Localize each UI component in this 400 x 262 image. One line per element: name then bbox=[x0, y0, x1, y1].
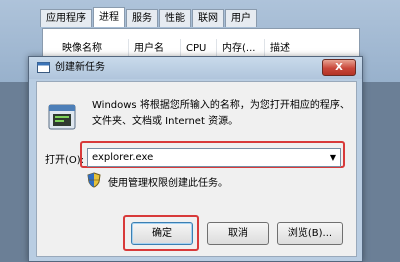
dialog-title: 创建新任务 bbox=[55, 62, 105, 73]
run-icon bbox=[48, 104, 76, 130]
tab-services[interactable]: 服务 bbox=[126, 9, 158, 27]
admin-privileges-text: 使用管理权限创建此任务。 bbox=[108, 178, 228, 189]
tab-networking[interactable]: 联网 bbox=[192, 9, 224, 27]
close-button[interactable]: X bbox=[322, 59, 356, 76]
open-input[interactable]: explorer.exe bbox=[92, 149, 153, 166]
open-label: 打开(O): bbox=[45, 155, 85, 166]
dialog-body: Windows 将根据您所输入的名称，为您打开相应的程序、文件夹、文档或 Int… bbox=[36, 81, 357, 257]
open-combobox[interactable]: explorer.exe ▼ bbox=[87, 148, 341, 167]
dialog-title-bar[interactable]: 创建新任务 X bbox=[29, 57, 362, 79]
task-manager-tabs: 应用程序 进程 服务 性能 联网 用户 bbox=[40, 7, 258, 28]
tab-users[interactable]: 用户 bbox=[225, 9, 257, 27]
create-new-task-dialog: 创建新任务 X Windows 将根据您所输入的名称，为您打开相应的程序、文件夹… bbox=[28, 56, 363, 262]
tab-applications[interactable]: 应用程序 bbox=[40, 9, 92, 27]
dialog-description: Windows 将根据您所输入的名称，为您打开相应的程序、文件夹、文档或 Int… bbox=[92, 100, 350, 127]
uac-shield-icon bbox=[87, 172, 101, 188]
browse-button[interactable]: 浏览(B)... bbox=[277, 222, 343, 245]
tab-processes[interactable]: 进程 bbox=[93, 7, 125, 27]
ok-button[interactable]: 确定 bbox=[131, 222, 193, 245]
window-icon bbox=[37, 62, 50, 73]
chevron-down-icon[interactable]: ▼ bbox=[330, 149, 336, 166]
cancel-button[interactable]: 取消 bbox=[207, 222, 269, 245]
tab-performance[interactable]: 性能 bbox=[159, 9, 191, 27]
